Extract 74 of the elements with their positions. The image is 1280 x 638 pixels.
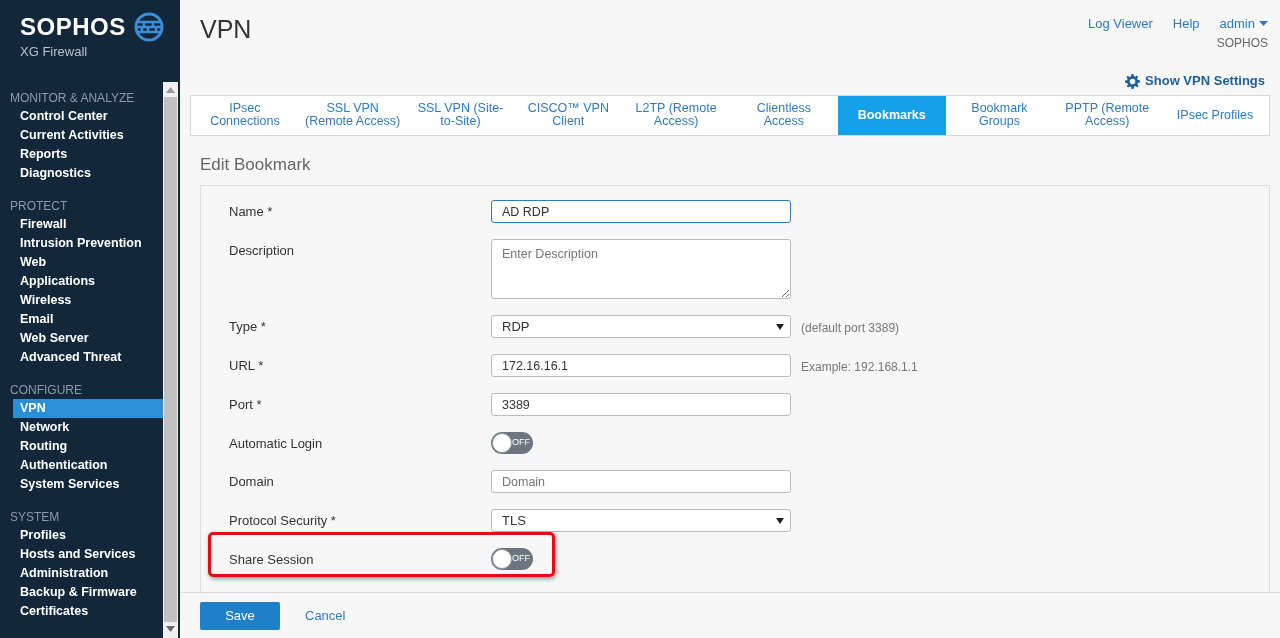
nav-item[interactable]: Administration bbox=[0, 564, 163, 583]
user-menu[interactable]: admin bbox=[1219, 14, 1268, 34]
caret-icon bbox=[1259, 21, 1268, 27]
brick-globe-icon bbox=[133, 12, 164, 42]
text-area[interactable]: Enter Description bbox=[491, 239, 791, 299]
nav-item[interactable]: Diagnostics bbox=[0, 164, 163, 183]
section-title: MONITOR & ANALYZE bbox=[9, 90, 136, 107]
nav-item[interactable]: Advanced Threat bbox=[0, 348, 163, 367]
tab[interactable]: IPsec Connections bbox=[191, 95, 299, 135]
caret-icon bbox=[776, 323, 784, 330]
nav-item[interactable]: Applications bbox=[0, 272, 163, 291]
page-title: VPN bbox=[200, 14, 252, 45]
nav-item[interactable]: Wireless bbox=[0, 291, 163, 310]
caret-icon bbox=[776, 517, 784, 524]
toggle-switch[interactable]: OFF bbox=[491, 432, 533, 454]
input-field[interactable]: AD RDP bbox=[491, 200, 791, 223]
nav-item[interactable]: Web Server bbox=[0, 329, 163, 348]
header-link[interactable]: Help bbox=[1172, 14, 1200, 34]
input-field[interactable]: 172.16.16.1 bbox=[491, 354, 791, 377]
tab[interactable]: SSL VPN (Remote Access) bbox=[298, 95, 407, 135]
tab[interactable]: L2TP (Remote Access) bbox=[622, 95, 730, 135]
hint-text: Example: 192.168.1.1 bbox=[800, 359, 918, 376]
input-field[interactable]: 3389 bbox=[491, 393, 791, 416]
tab[interactable]: Bookmark Groups bbox=[945, 95, 1054, 135]
form-title: Edit Bookmark bbox=[199, 153, 312, 176]
hint-text: (default port 3389) bbox=[800, 320, 900, 337]
scroll-up-icon[interactable] bbox=[166, 87, 175, 93]
tab[interactable]: CISCO™ VPN Client bbox=[514, 95, 623, 135]
brand-name: SOPHOS bbox=[20, 14, 126, 40]
nav-item[interactable]: Email bbox=[0, 310, 163, 329]
field-label: Domain bbox=[229, 473, 275, 491]
settings-link[interactable]: Show VPN Settings bbox=[1125, 67, 1265, 95]
nav-item[interactable]: Hosts and Services bbox=[0, 545, 163, 564]
nav-item[interactable]: Profiles bbox=[0, 526, 163, 545]
nav-item[interactable]: VPN bbox=[13, 399, 163, 418]
tab[interactable]: Clientless Access bbox=[730, 95, 838, 135]
input-field[interactable]: Domain bbox=[491, 470, 791, 493]
nav-item[interactable]: Intrusion Prevention bbox=[0, 234, 163, 253]
nav-item[interactable]: Reports bbox=[0, 145, 163, 164]
gear-icon bbox=[1125, 73, 1141, 89]
section-title: PROTECT bbox=[9, 198, 69, 215]
field-label: Type * bbox=[229, 318, 267, 336]
field-label: URL * bbox=[229, 357, 265, 375]
nav-item[interactable]: Authentication bbox=[0, 456, 163, 475]
scrollbar[interactable] bbox=[163, 82, 178, 638]
nav-item[interactable]: Current Activities bbox=[0, 126, 163, 145]
field-label: Protocol Security * bbox=[229, 512, 337, 530]
dropdown[interactable]: TLS bbox=[491, 509, 791, 532]
nav-item[interactable]: Backup & Firmware bbox=[0, 583, 163, 602]
field-label: Port * bbox=[229, 396, 263, 414]
scroll-down-icon[interactable] bbox=[166, 626, 175, 632]
organization-label: SOPHOS bbox=[1215, 34, 1268, 52]
toggle-switch[interactable]: OFF bbox=[491, 548, 533, 570]
nav-item[interactable]: Routing bbox=[0, 437, 163, 456]
nav-item[interactable]: Control Center bbox=[0, 107, 163, 126]
nav-item[interactable]: Network bbox=[0, 418, 163, 437]
nav-item[interactable]: Certificates bbox=[0, 602, 163, 621]
dropdown[interactable]: RDP bbox=[491, 315, 791, 338]
field-label: Share Session bbox=[229, 551, 315, 569]
field-label: Automatic Login bbox=[229, 435, 324, 453]
tab[interactable]: SSL VPN (Site-to-Site) bbox=[406, 95, 515, 135]
nav-item[interactable]: Web bbox=[0, 253, 163, 272]
product-name: XG Firewall bbox=[20, 43, 89, 61]
nav-item[interactable]: System Services bbox=[0, 475, 163, 494]
tab[interactable]: PPTP (Remote Access) bbox=[1053, 95, 1162, 135]
section-title: CONFIGURE bbox=[9, 382, 83, 399]
header-link[interactable]: Log Viewer bbox=[1088, 14, 1153, 34]
section-title: SYSTEM bbox=[9, 509, 61, 526]
cancel-link[interactable]: Cancel bbox=[305, 606, 346, 626]
nav-item[interactable]: Firewall bbox=[0, 215, 163, 234]
tab[interactable]: IPsec Profiles bbox=[1161, 95, 1269, 135]
field-label: Description bbox=[229, 242, 296, 260]
save-button[interactable]: Save bbox=[200, 602, 280, 630]
field-label: Name * bbox=[229, 203, 274, 221]
